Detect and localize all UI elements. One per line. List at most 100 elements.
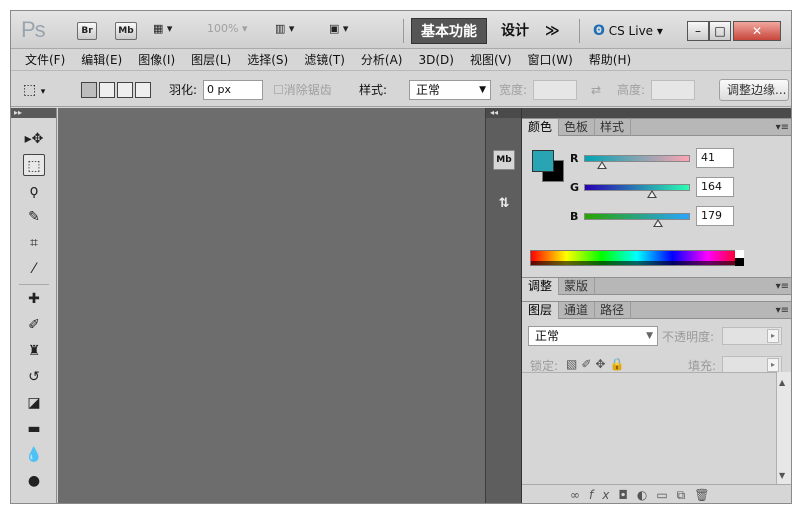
lock-options[interactable]: ▧✐✥🔒 bbox=[566, 357, 628, 371]
new-selection-mode[interactable] bbox=[81, 82, 97, 98]
trash-icon[interactable]: 🗑 bbox=[694, 488, 718, 502]
adjustment-icon[interactable]: ◐ bbox=[637, 488, 656, 502]
channel-b-thumb[interactable] bbox=[653, 219, 663, 227]
lock-pixels-icon[interactable]: ✐ bbox=[581, 357, 595, 371]
lasso-tool-icon[interactable]: ϙ bbox=[23, 180, 45, 202]
antialias-checkbox[interactable]: ☐消除锯齿 bbox=[273, 81, 332, 99]
menu-file[interactable]: 文件(F) bbox=[25, 51, 65, 68]
menu-view[interactable]: 视图(V) bbox=[470, 51, 512, 68]
panel-menu-icon[interactable]: ▾≡ bbox=[776, 278, 789, 295]
foreground-color-swatch[interactable] bbox=[532, 150, 554, 172]
channel-r-slider[interactable] bbox=[584, 155, 690, 169]
menu-layer[interactable]: 图层(L) bbox=[191, 51, 231, 68]
tab-adjustments[interactable]: 调整 bbox=[522, 278, 560, 295]
menu-filter[interactable]: 滤镜(T) bbox=[304, 51, 345, 68]
blur-tool-icon[interactable]: 💧 bbox=[23, 444, 45, 466]
menu-window[interactable]: 窗口(W) bbox=[528, 51, 573, 68]
menu-image[interactable]: 图像(I) bbox=[138, 51, 175, 68]
menu-select[interactable]: 选择(S) bbox=[247, 51, 288, 68]
healing-brush-tool-icon[interactable]: ✚ bbox=[23, 288, 45, 310]
history-panel-icon[interactable]: ⇅ bbox=[493, 194, 515, 214]
tool-preset-picker[interactable]: ⬚ ▾ bbox=[23, 81, 45, 99]
screen-mode-dropdown[interactable]: ▣ ▾ bbox=[329, 22, 348, 40]
layers-scrollbar[interactable]: ▲ ▼ bbox=[776, 372, 791, 484]
blend-mode-select[interactable]: 正常 ▼ bbox=[528, 326, 658, 346]
lock-position-icon[interactable]: ✥ bbox=[595, 357, 609, 371]
link-icon[interactable]: ∞ bbox=[570, 488, 589, 502]
menu-help[interactable]: 帮助(H) bbox=[589, 51, 631, 68]
crop-tool-icon[interactable]: ⌗ bbox=[23, 232, 45, 254]
channel-b-slider[interactable] bbox=[584, 213, 690, 227]
color-spectrum-ramp[interactable] bbox=[530, 250, 744, 266]
collapse-panels-icon[interactable] bbox=[522, 108, 791, 118]
height-input[interactable] bbox=[651, 80, 695, 100]
menu-analysis[interactable]: 分析(A) bbox=[361, 51, 403, 68]
maximize-button[interactable]: □ bbox=[709, 21, 731, 41]
intersect-selection-mode[interactable] bbox=[135, 82, 151, 98]
height-label: 高度: bbox=[617, 83, 646, 97]
brush-tool-icon[interactable]: ✐ bbox=[23, 314, 45, 336]
document-canvas-area[interactable] bbox=[58, 108, 485, 503]
tab-masks[interactable]: 蒙版 bbox=[558, 278, 596, 295]
bridge-button[interactable]: Br bbox=[77, 22, 97, 40]
opacity-input[interactable]: ▸ bbox=[722, 327, 782, 345]
layers-list[interactable] bbox=[522, 372, 776, 484]
width-input[interactable] bbox=[533, 80, 577, 100]
workspace-more-button[interactable]: ≫ bbox=[545, 18, 560, 44]
tab-layers[interactable]: 图层 bbox=[522, 302, 560, 319]
menu-edit[interactable]: 编辑(E) bbox=[81, 51, 122, 68]
quick-selection-tool-icon[interactable]: ✎ bbox=[23, 206, 45, 228]
eraser-tool-icon[interactable]: ◪ bbox=[23, 392, 45, 414]
style-select[interactable]: 正常 ▼ bbox=[409, 80, 491, 100]
close-button[interactable]: ✕ bbox=[733, 21, 781, 41]
collapse-dock-icon[interactable]: ◂◂ bbox=[486, 108, 521, 118]
scroll-down-icon[interactable]: ▼ bbox=[779, 471, 785, 480]
zoom-dropdown[interactable]: 100% ▾ bbox=[207, 22, 247, 40]
mini-bridge-panel-button[interactable]: Mb bbox=[493, 150, 515, 170]
cs-live-menu[interactable]: ʘ CS Live ▾ bbox=[593, 23, 663, 39]
arrange-documents-dropdown[interactable]: ▥ ▾ bbox=[275, 22, 294, 40]
tab-swatches[interactable]: 色板 bbox=[558, 119, 596, 136]
workspace-essentials[interactable]: 基本功能 bbox=[411, 18, 487, 44]
refine-edge-button[interactable]: 调整边缘... bbox=[719, 79, 789, 101]
new-layer-icon[interactable]: ⧉ bbox=[677, 488, 695, 502]
tab-paths[interactable]: 路径 bbox=[594, 302, 632, 319]
chevron-right-icon[interactable]: ▸ bbox=[767, 329, 779, 343]
chevron-right-icon[interactable]: ▸ bbox=[767, 358, 779, 372]
panel-menu-icon[interactable]: ▾≡ bbox=[776, 302, 789, 319]
tab-channels[interactable]: 通道 bbox=[558, 302, 596, 319]
group-icon[interactable]: ▭ bbox=[656, 488, 676, 502]
swap-dimensions-icon[interactable]: ⇄ bbox=[591, 81, 601, 99]
lock-all-icon[interactable]: 🔒 bbox=[609, 357, 628, 371]
mini-bridge-button[interactable]: Mb bbox=[115, 22, 137, 40]
channel-r-thumb[interactable] bbox=[596, 161, 607, 169]
panel-menu-icon[interactable]: ▾≡ bbox=[776, 119, 789, 136]
mask-icon[interactable]: ◘ bbox=[618, 488, 637, 502]
dodge-tool-icon[interactable]: ● bbox=[23, 470, 45, 492]
feather-input[interactable]: 0 px bbox=[203, 80, 263, 100]
scroll-up-icon[interactable]: ▲ bbox=[779, 378, 785, 387]
black-white-swatch[interactable] bbox=[735, 250, 744, 266]
marquee-tool-icon[interactable]: ⬚ bbox=[23, 154, 45, 176]
channel-b-input[interactable]: 179 bbox=[696, 206, 734, 226]
workspace-design[interactable]: 设计 bbox=[501, 18, 529, 44]
tab-color[interactable]: 颜色 bbox=[522, 119, 560, 136]
channel-r-input[interactable]: 41 bbox=[696, 148, 734, 168]
tab-styles[interactable]: 样式 bbox=[594, 119, 632, 136]
history-brush-tool-icon[interactable]: ↺ bbox=[23, 366, 45, 388]
add-to-selection-mode[interactable] bbox=[99, 82, 115, 98]
minimize-button[interactable]: – bbox=[687, 21, 709, 41]
move-tool-icon[interactable]: ▸✥ bbox=[23, 128, 45, 150]
channel-g-slider[interactable] bbox=[584, 184, 690, 198]
menu-3d[interactable]: 3D(D) bbox=[418, 53, 453, 67]
gradient-tool-icon[interactable]: ▬ bbox=[23, 418, 45, 440]
lock-transparent-icon[interactable]: ▧ bbox=[566, 357, 581, 371]
collapse-tools-icon[interactable]: ▸▸ bbox=[11, 108, 56, 118]
eyedropper-tool-icon[interactable]: ⁄ bbox=[23, 258, 45, 280]
clone-stamp-tool-icon[interactable]: ♜ bbox=[23, 340, 45, 362]
extras-dropdown[interactable]: ▦ ▾ bbox=[153, 22, 172, 40]
channel-g-input[interactable]: 164 bbox=[696, 177, 734, 197]
channel-g-thumb[interactable] bbox=[646, 190, 657, 198]
subtract-from-selection-mode[interactable] bbox=[117, 82, 133, 98]
fx-icon[interactable]: fx bbox=[589, 488, 618, 502]
